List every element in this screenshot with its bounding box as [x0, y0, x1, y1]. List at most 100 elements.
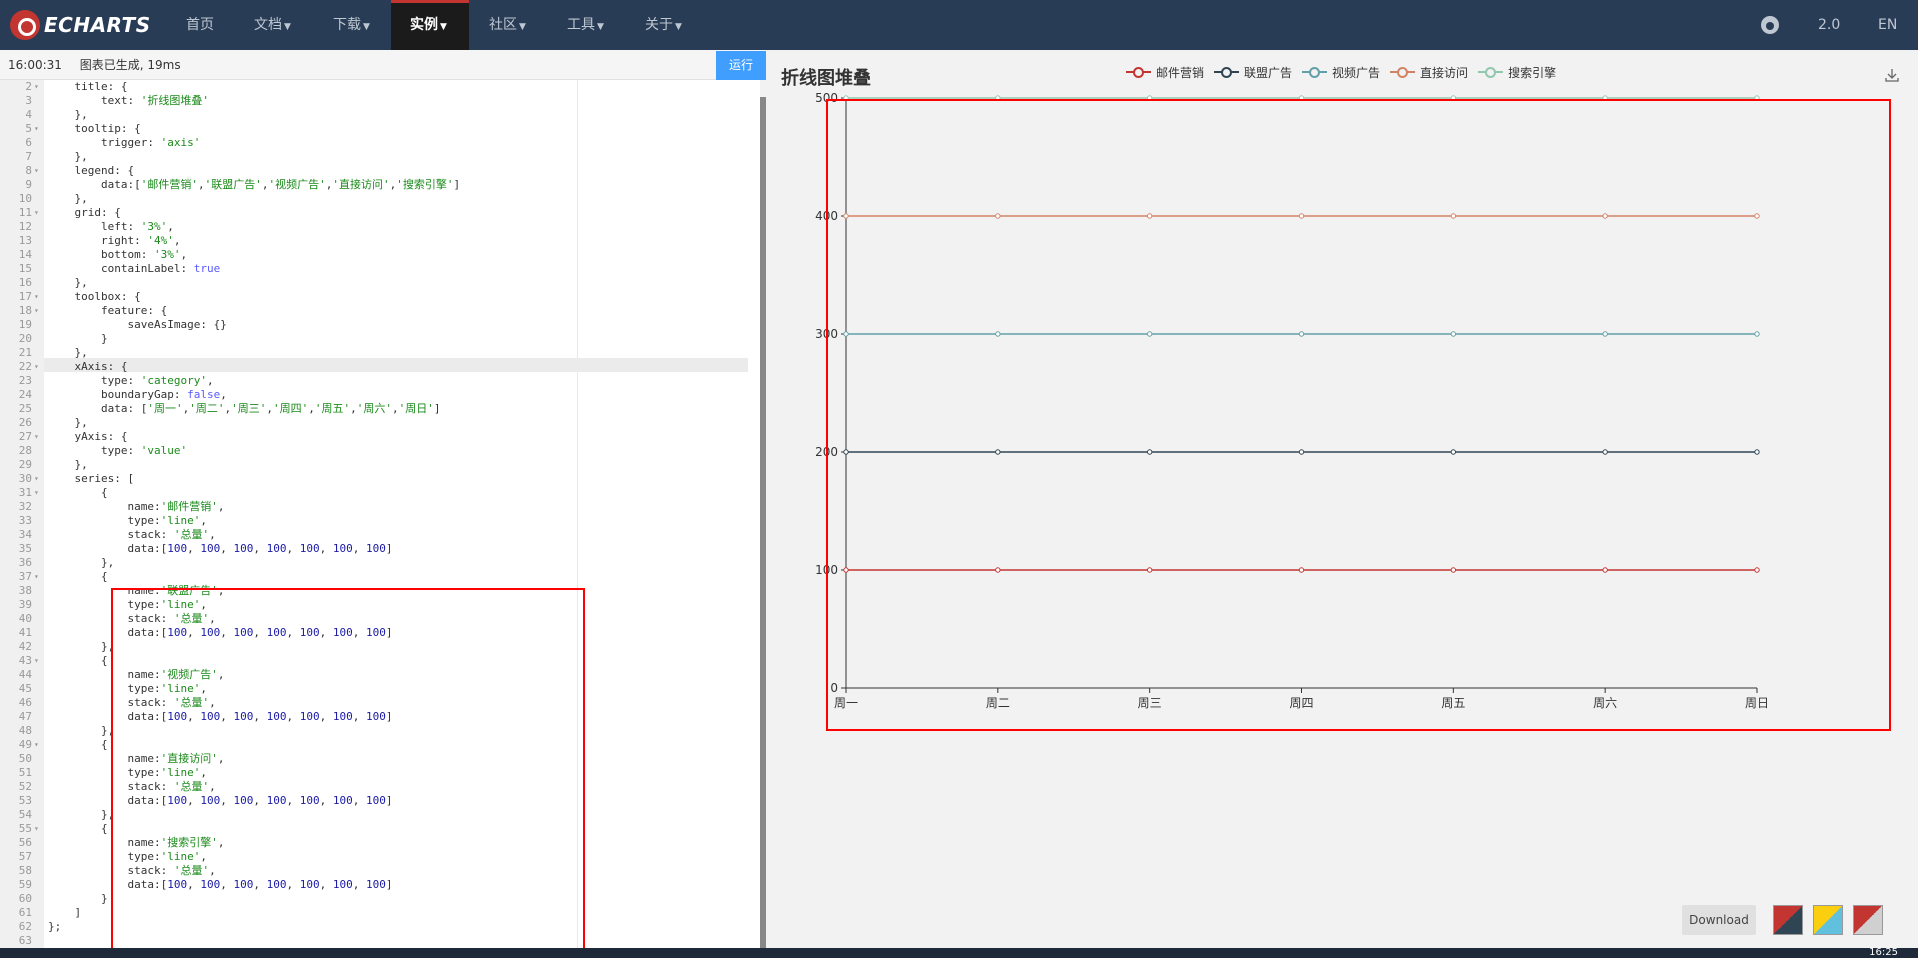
code-line[interactable]: 13 right: '4%',	[0, 234, 748, 248]
nav-home[interactable]: 首页	[186, 0, 214, 50]
code-line[interactable]: 37 ▾ {	[0, 570, 748, 584]
code-line[interactable]: 3 text: '折线图堆叠'	[0, 94, 748, 108]
theme-swatch-default[interactable]	[1853, 905, 1883, 935]
fold-toggle-icon[interactable]: ▾	[34, 486, 39, 500]
line-number: 27	[18, 430, 32, 443]
code-line[interactable]: 23 type: 'category',	[0, 374, 748, 388]
code-line[interactable]: 29 },	[0, 458, 748, 472]
code-line[interactable]: 5 ▾ tooltip: {	[0, 122, 748, 136]
code-line[interactable]: 11 ▾ grid: {	[0, 206, 748, 220]
line-number: 2	[25, 80, 32, 93]
line-number: 34	[18, 528, 32, 541]
nav-language[interactable]: EN	[1878, 0, 1897, 50]
line-number: 13	[18, 234, 32, 247]
nav-examples[interactable]: 实例 ▼	[391, 0, 469, 50]
legend-item[interactable]: 搜索引擎	[1478, 64, 1556, 80]
line-number: 32	[18, 500, 32, 513]
code-line[interactable]: 17 ▾ toolbox: {	[0, 290, 748, 304]
fold-toggle-icon[interactable]: ▾	[34, 122, 39, 136]
code-line[interactable]: 24 boundaryGap: false,	[0, 388, 748, 402]
echarts-logo[interactable]: ECHARTS	[10, 9, 151, 41]
code-text: xAxis: {	[48, 360, 128, 373]
code-text: },	[48, 108, 88, 121]
code-line[interactable]: 26 },	[0, 416, 748, 430]
code-line[interactable]: 33 type:'line',	[0, 514, 748, 528]
code-text: type: 'value'	[48, 444, 188, 457]
line-number: 10	[18, 192, 32, 205]
fold-toggle-icon[interactable]: ▾	[34, 80, 39, 94]
chevron-down-icon: ▼	[519, 22, 526, 32]
code-line[interactable]: 27 ▾ yAxis: {	[0, 430, 748, 444]
chart-annotation-box	[826, 99, 1891, 731]
fold-toggle-icon[interactable]: ▾	[34, 290, 39, 304]
code-line[interactable]: 19 saveAsImage: {}	[0, 318, 748, 332]
legend-item[interactable]: 联盟广告	[1214, 64, 1292, 80]
code-text: },	[48, 458, 88, 471]
legend-item[interactable]: 邮件营销	[1126, 64, 1204, 80]
nav-download[interactable]: 下载 ▼	[333, 0, 370, 50]
run-button[interactable]: 运行	[716, 51, 766, 80]
download-icon[interactable]	[1884, 67, 1900, 83]
fold-toggle-icon[interactable]: ▾	[34, 472, 39, 486]
nav-version[interactable]: 2.0	[1818, 0, 1840, 50]
fold-toggle-icon[interactable]: ▾	[34, 206, 39, 220]
legend-item[interactable]: 视频广告	[1302, 64, 1380, 80]
nav-about[interactable]: 关于 ▼	[645, 0, 682, 50]
code-text: },	[48, 808, 115, 821]
code-text: type:'line',	[48, 514, 207, 527]
code-text: saveAsImage: {}	[48, 318, 227, 331]
line-number: 63	[18, 934, 32, 947]
download-button[interactable]: Download	[1682, 905, 1756, 935]
fold-toggle-icon[interactable]: ▾	[34, 360, 39, 374]
nav-community[interactable]: 社区 ▼	[489, 0, 526, 50]
code-text: grid: {	[48, 206, 121, 219]
code-line[interactable]: 30 ▾ series: [	[0, 472, 748, 486]
code-line[interactable]: 21 },	[0, 346, 748, 360]
code-line[interactable]: 31 ▾ {	[0, 486, 748, 500]
code-text: text: '折线图堆叠'	[48, 94, 209, 107]
code-line[interactable]: 4 },	[0, 108, 748, 122]
fold-toggle-icon[interactable]: ▾	[34, 304, 39, 318]
code-line[interactable]: 7 },	[0, 150, 748, 164]
line-number: 25	[18, 402, 32, 415]
github-icon[interactable]	[1761, 16, 1779, 34]
line-number: 12	[18, 220, 32, 233]
code-line[interactable]: 18 ▾ feature: {	[0, 304, 748, 318]
fold-toggle-icon[interactable]: ▾	[34, 570, 39, 584]
fold-toggle-icon[interactable]: ▾	[34, 430, 39, 444]
line-number: 61	[18, 906, 32, 919]
legend-symbol-icon	[1390, 65, 1416, 79]
fold-toggle-icon[interactable]: ▾	[34, 164, 39, 178]
code-text: {	[48, 570, 108, 583]
code-line[interactable]: 28 type: 'value'	[0, 444, 748, 458]
chevron-down-icon: ▼	[675, 22, 682, 32]
code-line[interactable]: 8 ▾ legend: {	[0, 164, 748, 178]
theme-swatch-dark[interactable]	[1773, 905, 1803, 935]
code-line[interactable]: 22 ▾ xAxis: {	[0, 360, 748, 374]
nav-docs[interactable]: 文档 ▼	[254, 0, 291, 50]
code-line[interactable]: 14 bottom: '3%',	[0, 248, 748, 262]
code-line[interactable]: 35 data:[100, 100, 100, 100, 100, 100, 1…	[0, 542, 748, 556]
code-line[interactable]: 36 },	[0, 556, 748, 570]
fold-toggle-icon[interactable]: ▾	[34, 822, 39, 836]
legend-item[interactable]: 直接访问	[1390, 64, 1468, 80]
code-line[interactable]: 32 name:'邮件营销',	[0, 500, 748, 514]
theme-swatch-light[interactable]	[1813, 905, 1843, 935]
line-number: 45	[18, 682, 32, 695]
code-line[interactable]: 6 trigger: 'axis'	[0, 136, 748, 150]
line-number: 5	[25, 122, 32, 135]
nav-tools[interactable]: 工具 ▼	[567, 0, 604, 50]
code-line[interactable]: 34 stack: '总量',	[0, 528, 748, 542]
code-line[interactable]: 20 }	[0, 332, 748, 346]
code-line[interactable]: 2 ▾ title: {	[0, 80, 748, 94]
code-line[interactable]: 25 data: ['周一','周二','周三','周四','周五','周六',…	[0, 402, 748, 416]
code-text: ]	[48, 906, 82, 919]
logo-text: ECHARTS	[44, 13, 151, 37]
code-line[interactable]: 10 },	[0, 192, 748, 206]
code-line[interactable]: 16 },	[0, 276, 748, 290]
code-line[interactable]: 9 data:['邮件营销','联盟广告','视频广告','直接访问','搜索引…	[0, 178, 748, 192]
code-line[interactable]: 15 containLabel: true	[0, 262, 748, 276]
code-line[interactable]: 12 left: '3%',	[0, 220, 748, 234]
fold-toggle-icon[interactable]: ▾	[34, 738, 39, 752]
fold-toggle-icon[interactable]: ▾	[34, 654, 39, 668]
